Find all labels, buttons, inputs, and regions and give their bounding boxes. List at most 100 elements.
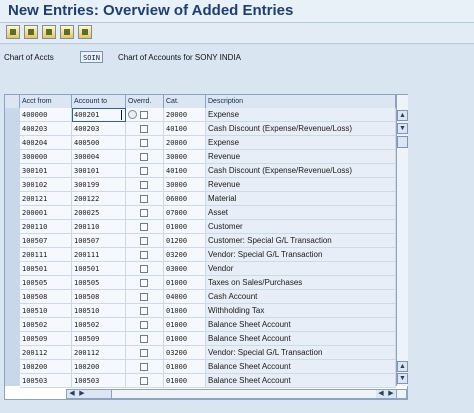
scroll-page-right-icon[interactable]: ▶ [386,390,397,398]
edit-icon[interactable] [6,25,20,39]
acct-from-cell[interactable]: 200112 [20,346,72,360]
account-to-cell[interactable]: 200112 [72,346,126,360]
category-cell[interactable]: 01200 [164,234,206,248]
override-checkbox[interactable] [140,153,148,161]
override-checkbox[interactable] [140,125,148,133]
value-help-icon[interactable] [128,110,137,119]
acct-from-cell[interactable]: 200111 [20,248,72,262]
hscroll-thumb[interactable] [87,390,112,398]
table-row[interactable]: 200110 200110 01000 Customer [20,220,400,234]
acct-from-cell[interactable]: 100501 [20,262,72,276]
table-row[interactable]: 100503 100503 01000 Balance Sheet Account [20,374,400,388]
acct-from-cell[interactable]: 100507 [20,234,72,248]
acct-from-cell[interactable]: 100508 [20,290,72,304]
horizontal-scrollbar[interactable]: ◀ ▶ ◀ ▶ [66,389,407,399]
table-row[interactable]: 400204 400500 20000 Expense [20,136,400,150]
col-category[interactable]: Cat. [164,95,206,108]
table-row[interactable]: 300000 300004 30000 Revenue [20,150,400,164]
account-to-cell[interactable]: 100508 [72,290,126,304]
col-description[interactable]: Description [206,95,396,108]
category-cell[interactable]: 30000 [164,178,206,192]
acct-from-cell[interactable]: 100200 [20,360,72,374]
acct-from-cell[interactable]: 200001 [20,206,72,220]
account-to-cell[interactable]: 200025 [72,206,126,220]
acct-from-cell[interactable]: 100502 [20,318,72,332]
table-row[interactable]: 100508 100508 04000 Cash Account [20,290,400,304]
scroll-thumb[interactable] [397,136,408,148]
account-to-cell[interactable]: 400203 [72,122,126,136]
category-cell[interactable]: 01000 [164,374,206,388]
category-cell[interactable]: 03000 [164,262,206,276]
table-row[interactable]: 200001 200025 07000 Asset [20,206,400,220]
override-checkbox[interactable] [140,139,148,147]
row-selector-column[interactable] [5,108,21,386]
acct-from-cell[interactable]: 100510 [20,304,72,318]
col-acct-from[interactable]: Acct from [20,95,72,108]
acct-from-cell[interactable]: 400203 [20,122,72,136]
category-cell[interactable]: 03200 [164,346,206,360]
acct-from-cell[interactable]: 400204 [20,136,72,150]
override-checkbox[interactable] [140,195,148,203]
account-to-cell[interactable]: 300004 [72,150,126,164]
override-checkbox[interactable] [140,251,148,259]
category-cell[interactable]: 01000 [164,220,206,234]
category-cell[interactable]: 20000 [164,136,206,150]
category-cell[interactable]: 30000 [164,150,206,164]
override-checkbox[interactable] [140,209,148,217]
override-checkbox[interactable] [140,111,148,119]
table-row[interactable]: 200121 200122 06000 Material [20,192,400,206]
account-to-cell[interactable]: 400201 [72,108,126,122]
account-to-cell[interactable]: 100510 [72,304,126,318]
acct-from-cell[interactable]: 100503 [20,374,72,388]
acct-from-cell[interactable]: 400000 [20,108,72,122]
acct-from-cell[interactable]: 200110 [20,220,72,234]
override-checkbox[interactable] [140,265,148,273]
account-to-cell[interactable]: 100505 [72,276,126,290]
override-checkbox[interactable] [140,237,148,245]
category-cell[interactable]: 06000 [164,192,206,206]
account-to-cell[interactable]: 300199 [72,178,126,192]
account-to-cell[interactable]: 100501 [72,262,126,276]
category-cell[interactable]: 01000 [164,304,206,318]
col-account-to[interactable]: Account to [72,95,126,108]
acct-from-cell[interactable]: 200121 [20,192,72,206]
account-to-cell[interactable]: 100502 [72,318,126,332]
category-cell[interactable]: 07000 [164,206,206,220]
table-row[interactable]: 100200 100200 01000 Balance Sheet Account [20,360,400,374]
override-checkbox[interactable] [140,321,148,329]
override-checkbox[interactable] [140,167,148,175]
account-to-cell[interactable]: 100503 [72,374,126,388]
chart-of-accts-field[interactable]: SOIN [80,51,103,63]
override-checkbox[interactable] [140,223,148,231]
acct-from-cell[interactable]: 300101 [20,164,72,178]
copy-icon[interactable] [42,25,56,39]
category-cell[interactable]: 04000 [164,290,206,304]
account-to-cell[interactable]: 200122 [72,192,126,206]
category-cell[interactable]: 03200 [164,248,206,262]
override-checkbox[interactable] [140,349,148,357]
col-override[interactable]: Overrd. [126,95,164,108]
category-cell[interactable]: 01000 [164,276,206,290]
override-checkbox[interactable] [140,293,148,301]
table-row[interactable]: 100502 100502 01000 Balance Sheet Account [20,318,400,332]
scroll-down-icon[interactable]: ▼ [397,123,408,134]
delete-icon[interactable] [60,25,74,39]
scroll-up-icon[interactable]: ▲ [397,110,408,121]
override-checkbox[interactable] [140,307,148,315]
details-icon[interactable] [78,25,92,39]
account-to-cell[interactable]: 200111 [72,248,126,262]
account-to-cell[interactable]: 100200 [72,360,126,374]
table-row[interactable]: 100505 100505 01000 Taxes on Sales/Purchase… [20,276,400,290]
table-row[interactable]: 400203 400203 40100 Cash Discount (Expense/… [20,122,400,136]
category-cell[interactable]: 01000 [164,318,206,332]
category-cell[interactable]: 01000 [164,360,206,374]
acct-from-cell[interactable]: 100509 [20,332,72,346]
override-checkbox[interactable] [140,335,148,343]
override-checkbox[interactable] [140,363,148,371]
override-checkbox[interactable] [140,279,148,287]
account-to-cell[interactable]: 100509 [72,332,126,346]
table-row[interactable]: 100501 100501 03000 Vendor [20,262,400,276]
acct-from-cell[interactable]: 100505 [20,276,72,290]
table-row[interactable]: 400000 400201 20000 Expense [20,108,400,122]
scroll-page-up-icon[interactable]: ▲ [397,361,408,372]
